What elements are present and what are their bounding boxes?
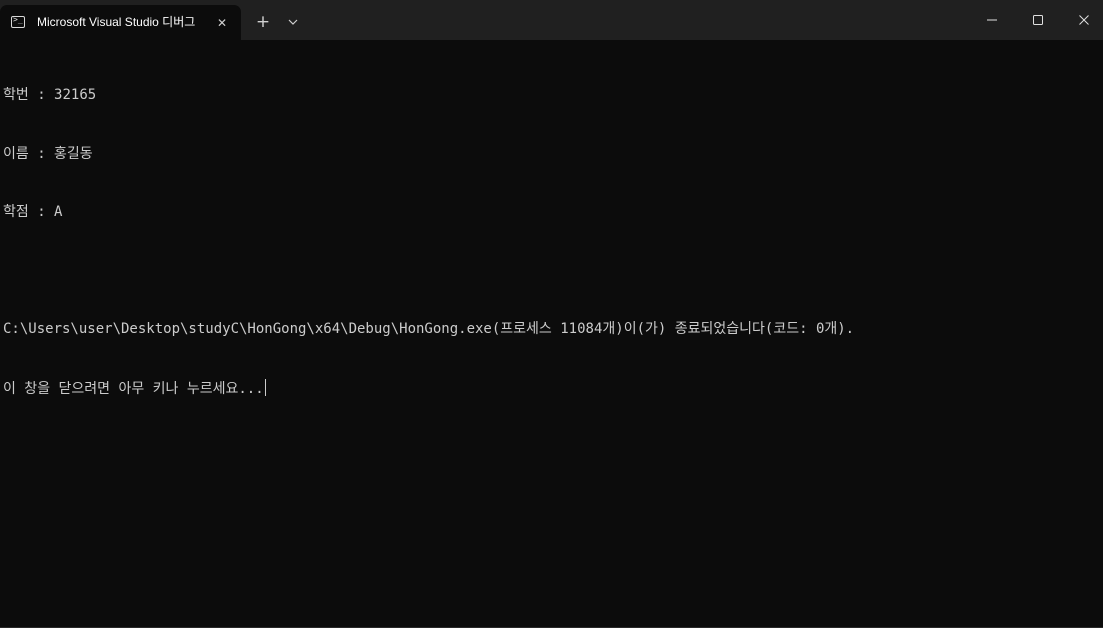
console-window: >_ Microsoft Visual Studio 디버그 ✕ + 학번: … [0,0,1103,628]
tab-close-button[interactable]: ✕ [213,14,231,32]
new-tab-button[interactable]: + [253,12,273,32]
title-bar[interactable]: >_ Microsoft Visual Studio 디버그 ✕ + [0,0,1103,40]
chevron-down-icon [288,19,298,25]
console-line-exit-message: C:\Users\user\Desktop\studyC\HonGong\x64… [3,321,855,337]
console-line-grade: 학점 : A [3,204,63,220]
minimize-icon [987,19,997,21]
maximize-icon [1033,15,1043,25]
tab-debug-console[interactable]: >_ Microsoft Visual Studio 디버그 ✕ [0,5,241,40]
console-line-prompt: 이 창을 닫으려면 아무 키나 누르세요... [3,378,854,399]
text-cursor [264,378,266,396]
minimize-button[interactable] [969,0,1015,40]
close-button[interactable] [1061,0,1103,40]
tab-title: Microsoft Visual Studio 디버그 [37,15,196,29]
terminal-icon: >_ [11,15,25,28]
close-icon [1079,15,1089,25]
maximize-button[interactable] [1015,0,1061,40]
console-line-name: 이름 : 홍길동 [3,145,93,162]
console-output[interactable]: 학번 : 32165 이름 : 홍길동 학점 : A C:\Users\user… [3,47,854,437]
tab-dropdown-button[interactable] [284,12,302,32]
press-any-key-text: 이 창을 닫으려면 아무 키나 누르세요... [3,380,264,397]
console-line-student-id: 학번 : 32165 [3,87,97,103]
